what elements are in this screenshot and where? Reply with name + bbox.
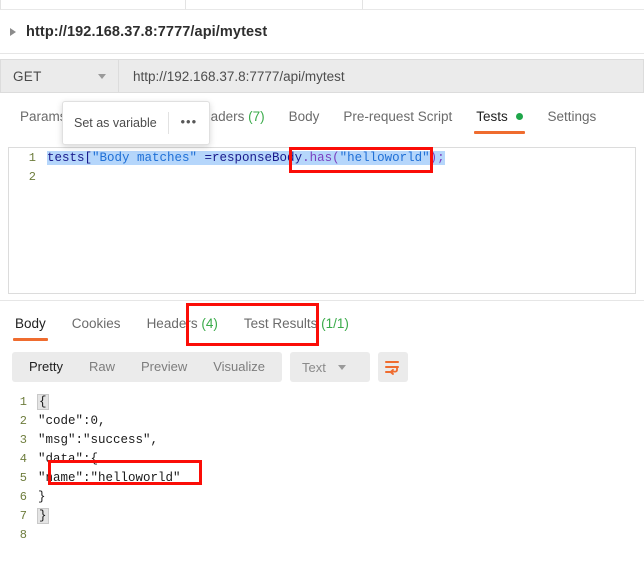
response-view-group: Pretty Raw Preview Visualize	[12, 352, 283, 382]
tab-pre-request-script-label: Pre-request Script	[343, 109, 453, 124]
caret-right-icon[interactable]	[10, 27, 16, 36]
chevron-down-icon	[98, 73, 106, 79]
json-line: 5 "name":"helloworld"	[0, 468, 644, 487]
tab-params-label: Params	[20, 109, 67, 124]
view-pretty-button[interactable]: Pretty	[16, 352, 76, 382]
json-line: 3 "msg":"success",	[0, 430, 644, 449]
tab-settings-label: Settings	[547, 109, 597, 124]
code-line-1: 1 tests["Body matches" =responseBody.has…	[9, 148, 635, 167]
json-line-text: "name":"helloworld"	[38, 470, 181, 485]
resp-tab-body-underline	[13, 338, 48, 341]
view-raw-button[interactable]: Raw	[76, 352, 128, 382]
tab-tests-label: Tests	[476, 109, 508, 124]
resp-tab-cookies-label: Cookies	[71, 316, 121, 331]
code-line-1-content[interactable]: tests["Body matches" =responseBody.has("…	[47, 150, 445, 165]
resp-tab-body[interactable]: Body	[2, 312, 59, 341]
response-body-json[interactable]: 1 { 2 "code":0, 3 "msg":"success", 4 "da…	[0, 392, 644, 542]
line-number: 2	[19, 413, 27, 428]
line-number: 7	[19, 508, 27, 523]
window-tab-strip	[0, 0, 644, 10]
request-url-input[interactable]: http://192.168.37.8:7777/api/mytest	[118, 59, 644, 93]
chevron-down-icon	[337, 364, 346, 370]
tests-active-dot-icon	[516, 112, 524, 120]
json-line: 8	[0, 525, 644, 544]
resp-tab-test-results-label: Test Results	[243, 316, 318, 331]
request-url-bar: GET http://192.168.37.8:7777/api/mytest	[0, 55, 644, 99]
line-number: 2	[28, 169, 36, 184]
json-line-text: "msg":"success",	[38, 432, 159, 447]
background-tab-left[interactable]	[0, 0, 186, 10]
line-number: 8	[19, 527, 27, 542]
tab-body-label: Body	[288, 109, 320, 124]
code-line-2: 2	[9, 167, 635, 186]
response-separator	[0, 300, 644, 301]
view-preview-button[interactable]: Preview	[128, 352, 200, 382]
tab-pre-request-script[interactable]: Pre-request Script	[331, 104, 464, 134]
response-type-select[interactable]: Text	[290, 352, 370, 382]
code-token: "helloworld"	[339, 150, 430, 165]
view-visualize-button[interactable]: Visualize	[200, 352, 278, 382]
json-line-text: "code":0,	[38, 413, 106, 428]
json-line: 6 }	[0, 487, 644, 506]
line-number: 5	[19, 470, 27, 485]
json-line: 1 {	[0, 392, 644, 411]
json-line-text: "data":{	[38, 451, 99, 466]
resp-tab-headers-label: Headers	[146, 316, 198, 331]
json-line-text: {	[37, 393, 49, 410]
json-line: 7 }	[0, 506, 644, 525]
tab-body[interactable]: Body	[277, 104, 332, 134]
response-type-label: Text	[302, 359, 326, 375]
set-as-variable-button[interactable]: Set as variable	[63, 116, 168, 130]
code-token: "Body matches"	[92, 150, 198, 165]
resp-tab-body-label: Body	[15, 316, 46, 331]
json-line: 2 "code":0,	[0, 411, 644, 430]
page-title: http://192.168.37.8:7777/api/mytest	[26, 23, 268, 40]
json-line-text: }	[37, 507, 49, 524]
postman-window: http://192.168.37.8:7777/api/mytest GET …	[0, 0, 644, 580]
tab-tests[interactable]: Tests	[464, 104, 535, 134]
response-tabs: Body Cookies Headers (4) Test Results (1…	[0, 312, 644, 348]
tab-tests-underline	[474, 131, 526, 134]
http-method-select[interactable]: GET	[0, 59, 118, 93]
background-tab-right[interactable]	[362, 0, 644, 10]
tab-settings[interactable]: Settings	[535, 104, 608, 134]
line-number: 1	[19, 394, 27, 409]
http-method-label: GET	[13, 68, 42, 84]
ellipsis-icon[interactable]: •••	[169, 115, 209, 131]
breadcrumb: http://192.168.37.8:7777/api/mytest	[0, 10, 644, 54]
word-wrap-button[interactable]	[377, 352, 408, 382]
resp-tab-cookies[interactable]: Cookies	[59, 312, 134, 341]
set-as-variable-popup: Set as variable •••	[62, 101, 210, 145]
code-token: .has(	[302, 150, 340, 165]
json-line: 4 "data":{	[0, 449, 644, 468]
code-token: );	[429, 150, 445, 165]
json-line-text: }	[38, 489, 46, 504]
resp-tab-headers-count: (4)	[201, 316, 218, 331]
resp-tab-test-results-count: (1/1)	[321, 316, 349, 331]
code-token: tests[	[47, 150, 93, 165]
line-number: 6	[19, 489, 27, 504]
tests-script-editor[interactable]: 1 tests["Body matches" =responseBody.has…	[8, 147, 636, 294]
line-number: 1	[28, 150, 36, 165]
tab-headers-count: (7)	[248, 109, 265, 124]
resp-tab-test-results[interactable]: Test Results (1/1)	[231, 312, 362, 341]
line-number: 3	[19, 432, 27, 447]
word-wrap-icon	[385, 360, 400, 375]
resp-tab-headers[interactable]: Headers (4)	[134, 312, 231, 341]
response-format-toolbar: Pretty Raw Preview Visualize Text	[12, 352, 408, 382]
code-token: =responseBody	[197, 150, 303, 165]
line-number: 4	[19, 451, 27, 466]
